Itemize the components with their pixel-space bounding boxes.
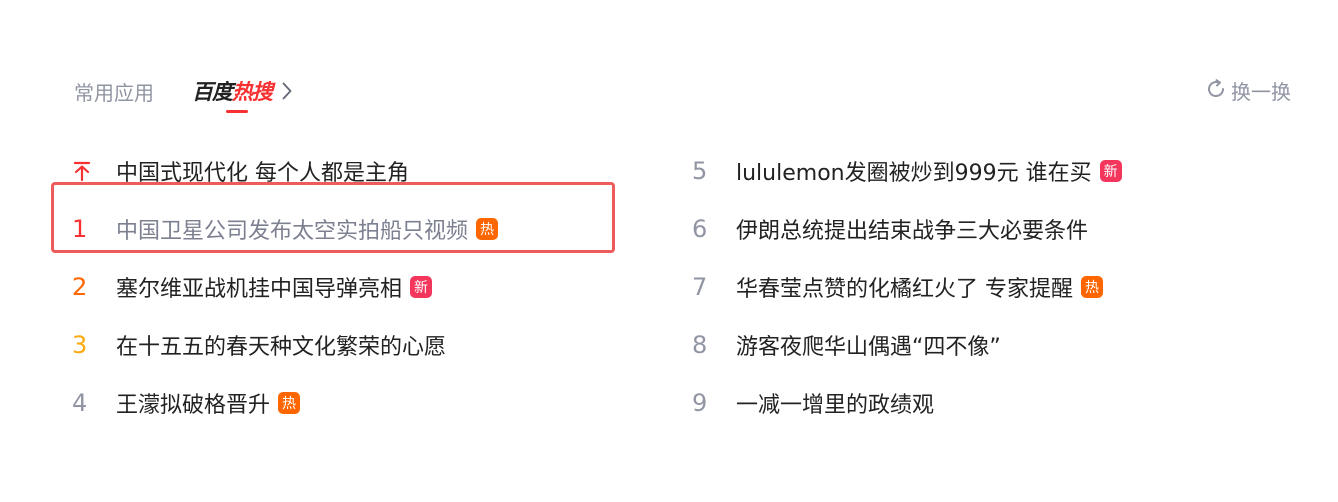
hot-item-rank: 8 (692, 331, 708, 359)
chevron-right-icon[interactable] (282, 82, 292, 100)
hot-item-3[interactable]: 3 在十五五的春天种文化繁荣的心愿 (70, 316, 630, 374)
tab-common-apps[interactable]: 常用应用 (74, 77, 154, 106)
hot-item-rank: 2 (72, 273, 88, 301)
hot-item-5[interactable]: 5 lululemon发圈被炒到999元 谁在买 新 (690, 142, 1250, 200)
hot-item-rank: 5 (692, 157, 708, 185)
hot-item-rank: 3 (72, 331, 88, 359)
hot-item-title: 华春莹点赞的化橘红火了 专家提醒 (736, 277, 1073, 302)
hot-list-left: 中国式现代化 每个人都是主角 1 中国卫星公司发布太空实拍船只视频 热 2 塞尔… (70, 142, 630, 432)
active-tab-underline (226, 110, 248, 113)
hot-badge: 热 (1081, 276, 1103, 298)
hot-item-7[interactable]: 7 华春莹点赞的化橘红火了 专家提醒 热 (690, 258, 1250, 316)
refresh-icon (1205, 78, 1227, 104)
hot-item-title: 中国式现代化 每个人都是主角 (116, 161, 409, 186)
hot-item-title: 伊朗总统提出结束战争三大必要条件 (736, 219, 1089, 244)
hot-item-rank: 9 (692, 389, 708, 417)
tab-bar: 常用应用 百度热搜 (74, 76, 292, 113)
tab-hot-label-part2: 热搜 (232, 80, 273, 104)
hot-item-1[interactable]: 1 中国卫星公司发布太空实拍船只视频 热 (70, 200, 630, 258)
hot-item-title: 在十五五的春天种文化繁荣的心愿 (116, 335, 447, 360)
hot-item-pinned[interactable]: 中国式现代化 每个人都是主角 (70, 142, 630, 200)
hot-badge: 热 (476, 218, 499, 240)
hot-list-right: 5 lululemon发圈被炒到999元 谁在买 新 6 伊朗总统提出结束战争三… (690, 142, 1250, 432)
tab-hot-label-part1: 百度 (192, 80, 233, 104)
new-badge: 新 (1099, 160, 1122, 182)
hot-badge: 热 (278, 392, 301, 414)
tab-baidu-hot-search[interactable]: 百度热搜 (192, 76, 292, 113)
hot-item-2[interactable]: 2 塞尔维亚战机挂中国导弹亮相 新 (70, 258, 630, 316)
hot-item-title: 游客夜爬华山偶遇“四不像” (736, 335, 1001, 360)
new-badge: 新 (410, 276, 433, 298)
hot-item-title: lululemon发圈被炒到999元 谁在买 (736, 161, 1092, 186)
hot-item-rank: 6 (692, 215, 708, 243)
pinned-top-icon (70, 160, 98, 182)
hot-item-9[interactable]: 9 一减一增里的政绩观 (690, 374, 1250, 432)
refresh-label: 换一换 (1231, 80, 1291, 104)
hot-item-8[interactable]: 8 游客夜爬华山偶遇“四不像” (690, 316, 1250, 374)
hot-item-title: 一减一增里的政绩观 (736, 393, 935, 418)
hot-item-title: 王濛拟破格晋升 (116, 393, 271, 418)
hot-item-rank: 4 (72, 389, 88, 417)
hot-item-4[interactable]: 4 王濛拟破格晋升 热 (70, 374, 630, 432)
refresh-button[interactable]: 换一换 (1205, 76, 1291, 105)
hot-item-title: 塞尔维亚战机挂中国导弹亮相 (116, 277, 403, 302)
hot-item-6[interactable]: 6 伊朗总统提出结束战争三大必要条件 (690, 200, 1250, 258)
hot-item-rank: 7 (692, 273, 708, 301)
hot-item-title: 中国卫星公司发布太空实拍船只视频 (116, 219, 469, 244)
hot-item-rank: 1 (72, 215, 88, 243)
tab-hot-label: 百度热搜 (192, 76, 273, 106)
